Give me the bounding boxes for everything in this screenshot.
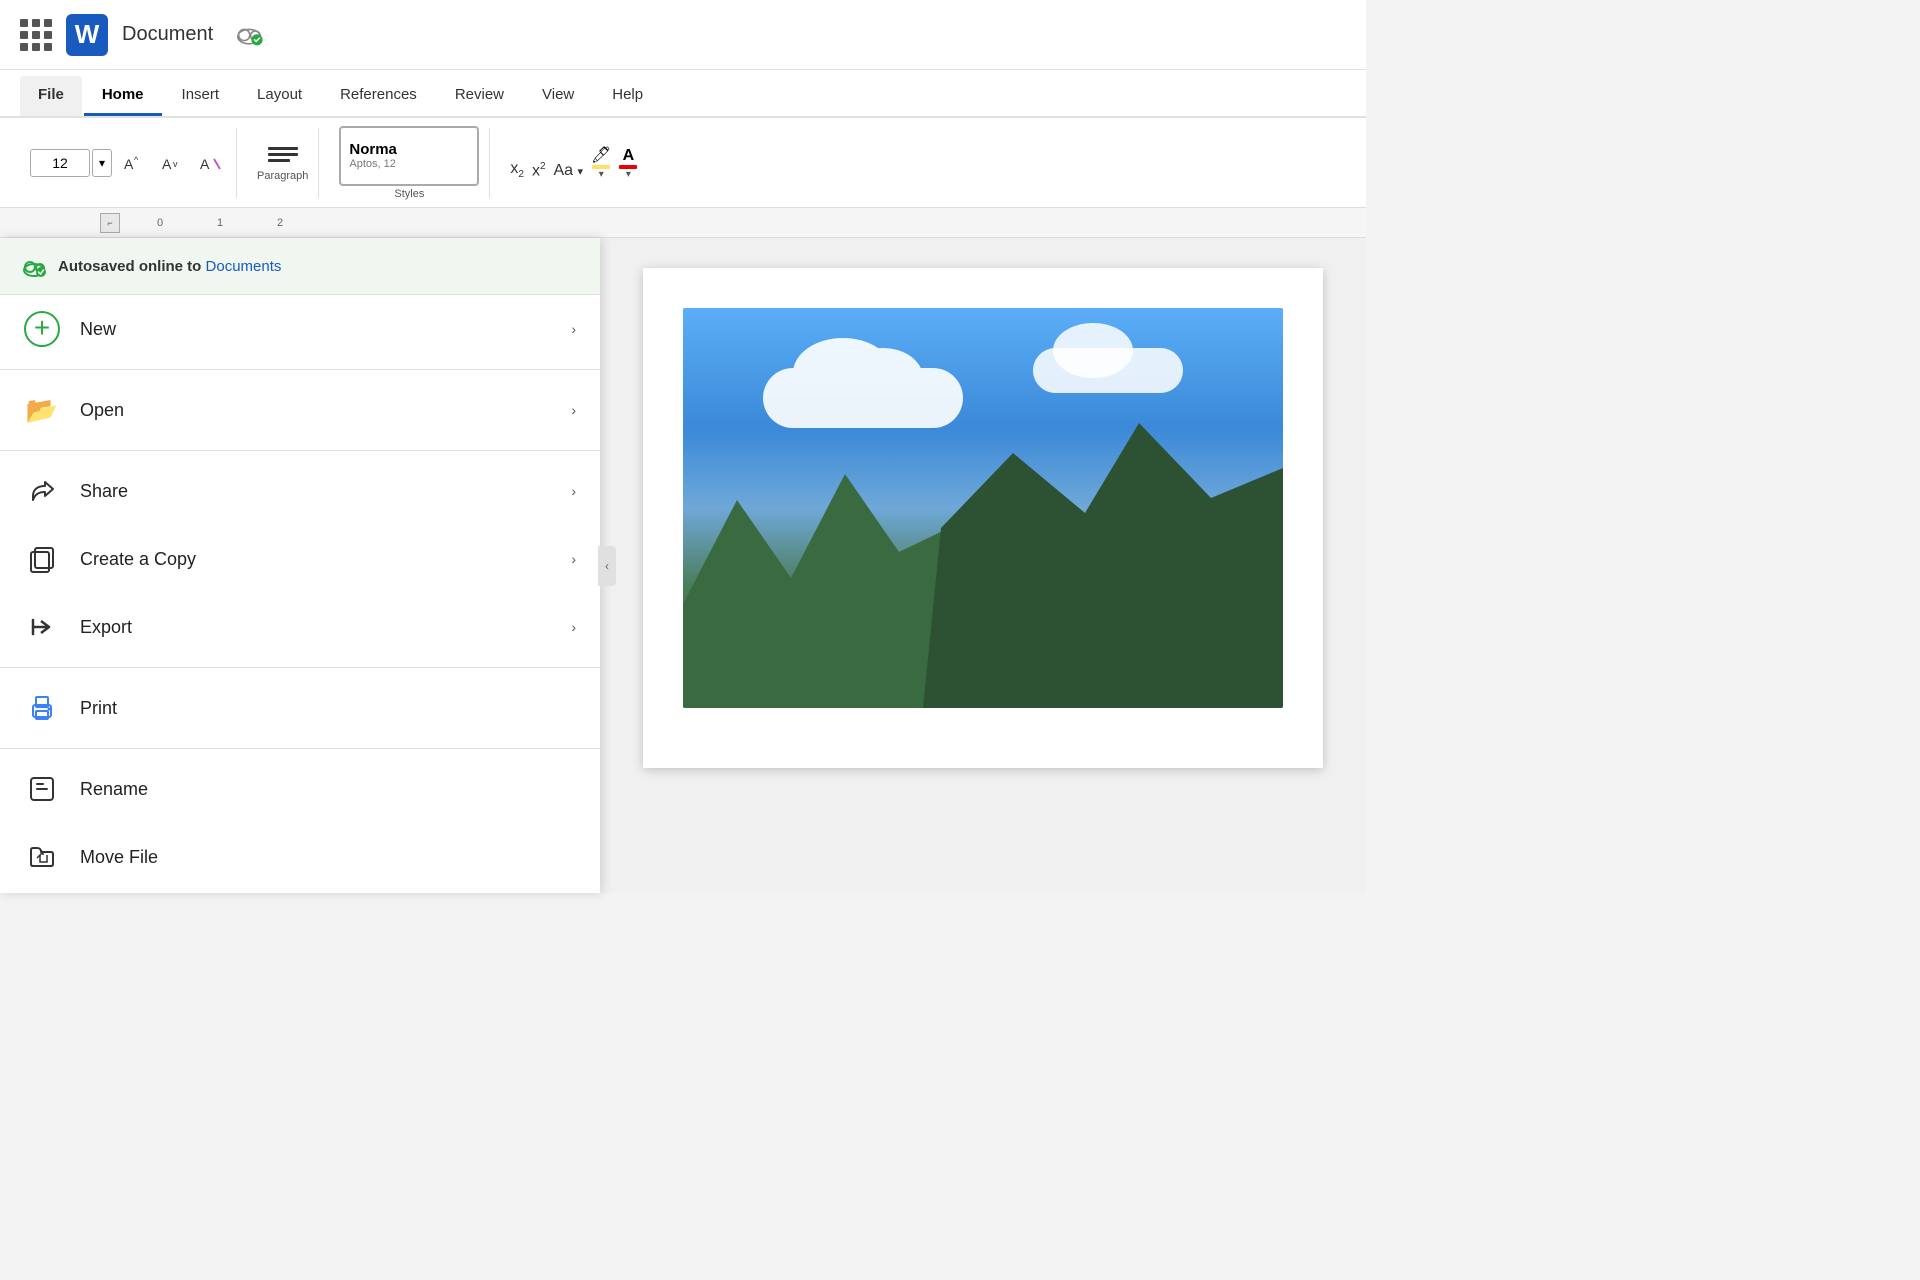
subscript-button[interactable]: x2 <box>510 160 524 180</box>
export-label: Export <box>80 617 132 638</box>
divider-1 <box>0 369 600 370</box>
new-icon: + <box>24 311 60 347</box>
subscript-superscript-group: x2 x2 Aa ▾ 🖊 ▾ A ▾ <box>510 145 637 180</box>
export-icon <box>24 609 60 645</box>
share-arrow: › <box>571 483 576 499</box>
svg-text:A: A <box>124 156 134 172</box>
svg-text:A: A <box>200 156 210 172</box>
divider-4 <box>0 748 600 749</box>
main-content: Autosaved online to Documents + New › 📂 … <box>0 238 1366 893</box>
svg-text:v: v <box>173 159 178 169</box>
create-copy-arrow: › <box>571 551 576 567</box>
svg-text:A: A <box>162 156 172 172</box>
menu-item-create-copy[interactable]: Create a Copy › <box>0 525 600 593</box>
menu-item-rename[interactable]: Rename <box>0 755 600 823</box>
styles-sub: Aptos, 12 <box>349 158 469 170</box>
rename-icon <box>24 771 60 807</box>
paragraph-align-button[interactable] <box>264 143 302 166</box>
tab-layout[interactable]: Layout <box>239 76 320 116</box>
menu-item-share[interactable]: Share › <box>0 457 600 525</box>
ruler-marks: 0 1 2 <box>130 217 1366 229</box>
menu-item-open[interactable]: 📂 Open › <box>0 376 600 444</box>
ruler-tab-stop[interactable]: ⌐ <box>100 213 120 233</box>
autosave-documents-link[interactable]: Documents <box>206 258 282 275</box>
print-icon <box>24 690 60 726</box>
paragraph-align-group: Paragraph <box>257 143 308 182</box>
autosave-cloud-icon <box>20 252 48 280</box>
superscript-button[interactable]: x2 <box>532 161 546 180</box>
ruler-mark-1: 1 <box>190 217 250 229</box>
word-logo: W <box>66 14 108 56</box>
autosave-bar: Autosaved online to Documents <box>0 238 600 295</box>
ribbon-toolbar: 12 ▾ A^ Av A Paragraph Norma <box>0 118 1366 208</box>
ruler: ⌐ 0 1 2 <box>0 208 1366 238</box>
autosave-text: Autosaved online to Documents <box>58 258 281 275</box>
font-grow-button[interactable]: A^ <box>118 149 150 177</box>
font-size-input[interactable]: 12 <box>30 149 90 177</box>
styles-group-vert: Norma Aptos, 12 Styles <box>339 126 479 200</box>
tab-references[interactable]: References <box>322 76 435 116</box>
share-icon <box>24 473 60 509</box>
ribbon-tabs: File Home Insert Layout References Revie… <box>0 70 1366 118</box>
move-file-label: Move File <box>80 847 158 868</box>
open-icon: 📂 <box>24 392 60 428</box>
divider-3 <box>0 667 600 668</box>
file-menu: Autosaved online to Documents + New › 📂 … <box>0 238 600 893</box>
tab-file[interactable]: File <box>20 76 82 116</box>
panel-collapse-arrow[interactable]: ‹ <box>598 546 616 586</box>
cloud-sync-icon[interactable] <box>233 19 265 51</box>
open-label: Open <box>80 400 124 421</box>
tab-review[interactable]: Review <box>437 76 522 116</box>
styles-label: Styles <box>394 188 424 200</box>
text-format-group: x2 x2 Aa ▾ 🖊 ▾ A ▾ <box>500 128 647 198</box>
mountain-left <box>683 448 953 708</box>
tab-insert[interactable]: Insert <box>164 76 238 116</box>
font-color-button[interactable]: A ▾ <box>619 147 637 180</box>
change-case-button[interactable]: Aa ▾ <box>554 162 584 180</box>
divider-2 <box>0 450 600 451</box>
tab-home[interactable]: Home <box>84 76 162 116</box>
new-arrow: › <box>571 321 576 337</box>
menu-item-move-file[interactable]: Move File <box>0 823 600 891</box>
create-copy-label: Create a Copy <box>80 549 196 570</box>
tab-help[interactable]: Help <box>594 76 661 116</box>
ruler-mark-0: 0 <box>130 217 190 229</box>
styles-box[interactable]: Norma Aptos, 12 <box>339 126 479 186</box>
export-arrow: › <box>571 619 576 635</box>
document-image <box>683 308 1283 708</box>
document-title: Document <box>122 23 213 46</box>
cloud-decoration-1 <box>763 368 963 428</box>
paragraph-label: Paragraph <box>257 170 308 182</box>
menu-item-export[interactable]: Export › <box>0 593 600 661</box>
new-label: New <box>80 319 116 340</box>
menu-item-new[interactable]: + New › <box>0 295 600 363</box>
open-arrow: › <box>571 402 576 418</box>
tab-view[interactable]: View <box>524 76 592 116</box>
menu-item-print[interactable]: Print <box>0 674 600 742</box>
styles-group: Norma Aptos, 12 Styles <box>329 128 490 198</box>
move-file-icon <box>24 839 60 875</box>
document-page <box>643 268 1323 768</box>
document-area <box>600 238 1366 893</box>
create-copy-icon <box>24 541 60 577</box>
styles-name: Norma <box>349 141 469 158</box>
print-label: Print <box>80 698 117 719</box>
cloud-decoration-2 <box>1033 348 1183 393</box>
ruler-mark-2: 2 <box>250 217 310 229</box>
highlight-button[interactable]: 🖊 ▾ <box>591 145 611 180</box>
mountain-right <box>923 408 1283 708</box>
title-bar: W Document <box>0 0 1366 70</box>
share-label: Share <box>80 481 128 502</box>
font-size-group: 12 ▾ A^ Av A <box>20 128 237 198</box>
svg-text:^: ^ <box>134 155 139 165</box>
apps-grid-icon[interactable] <box>20 19 52 51</box>
paragraph-group: Paragraph <box>247 128 319 198</box>
font-shrink-button[interactable]: Av <box>156 149 188 177</box>
font-format-button[interactable]: A <box>194 149 226 177</box>
rename-label: Rename <box>80 779 148 800</box>
font-size-dropdown[interactable]: ▾ <box>92 149 112 177</box>
